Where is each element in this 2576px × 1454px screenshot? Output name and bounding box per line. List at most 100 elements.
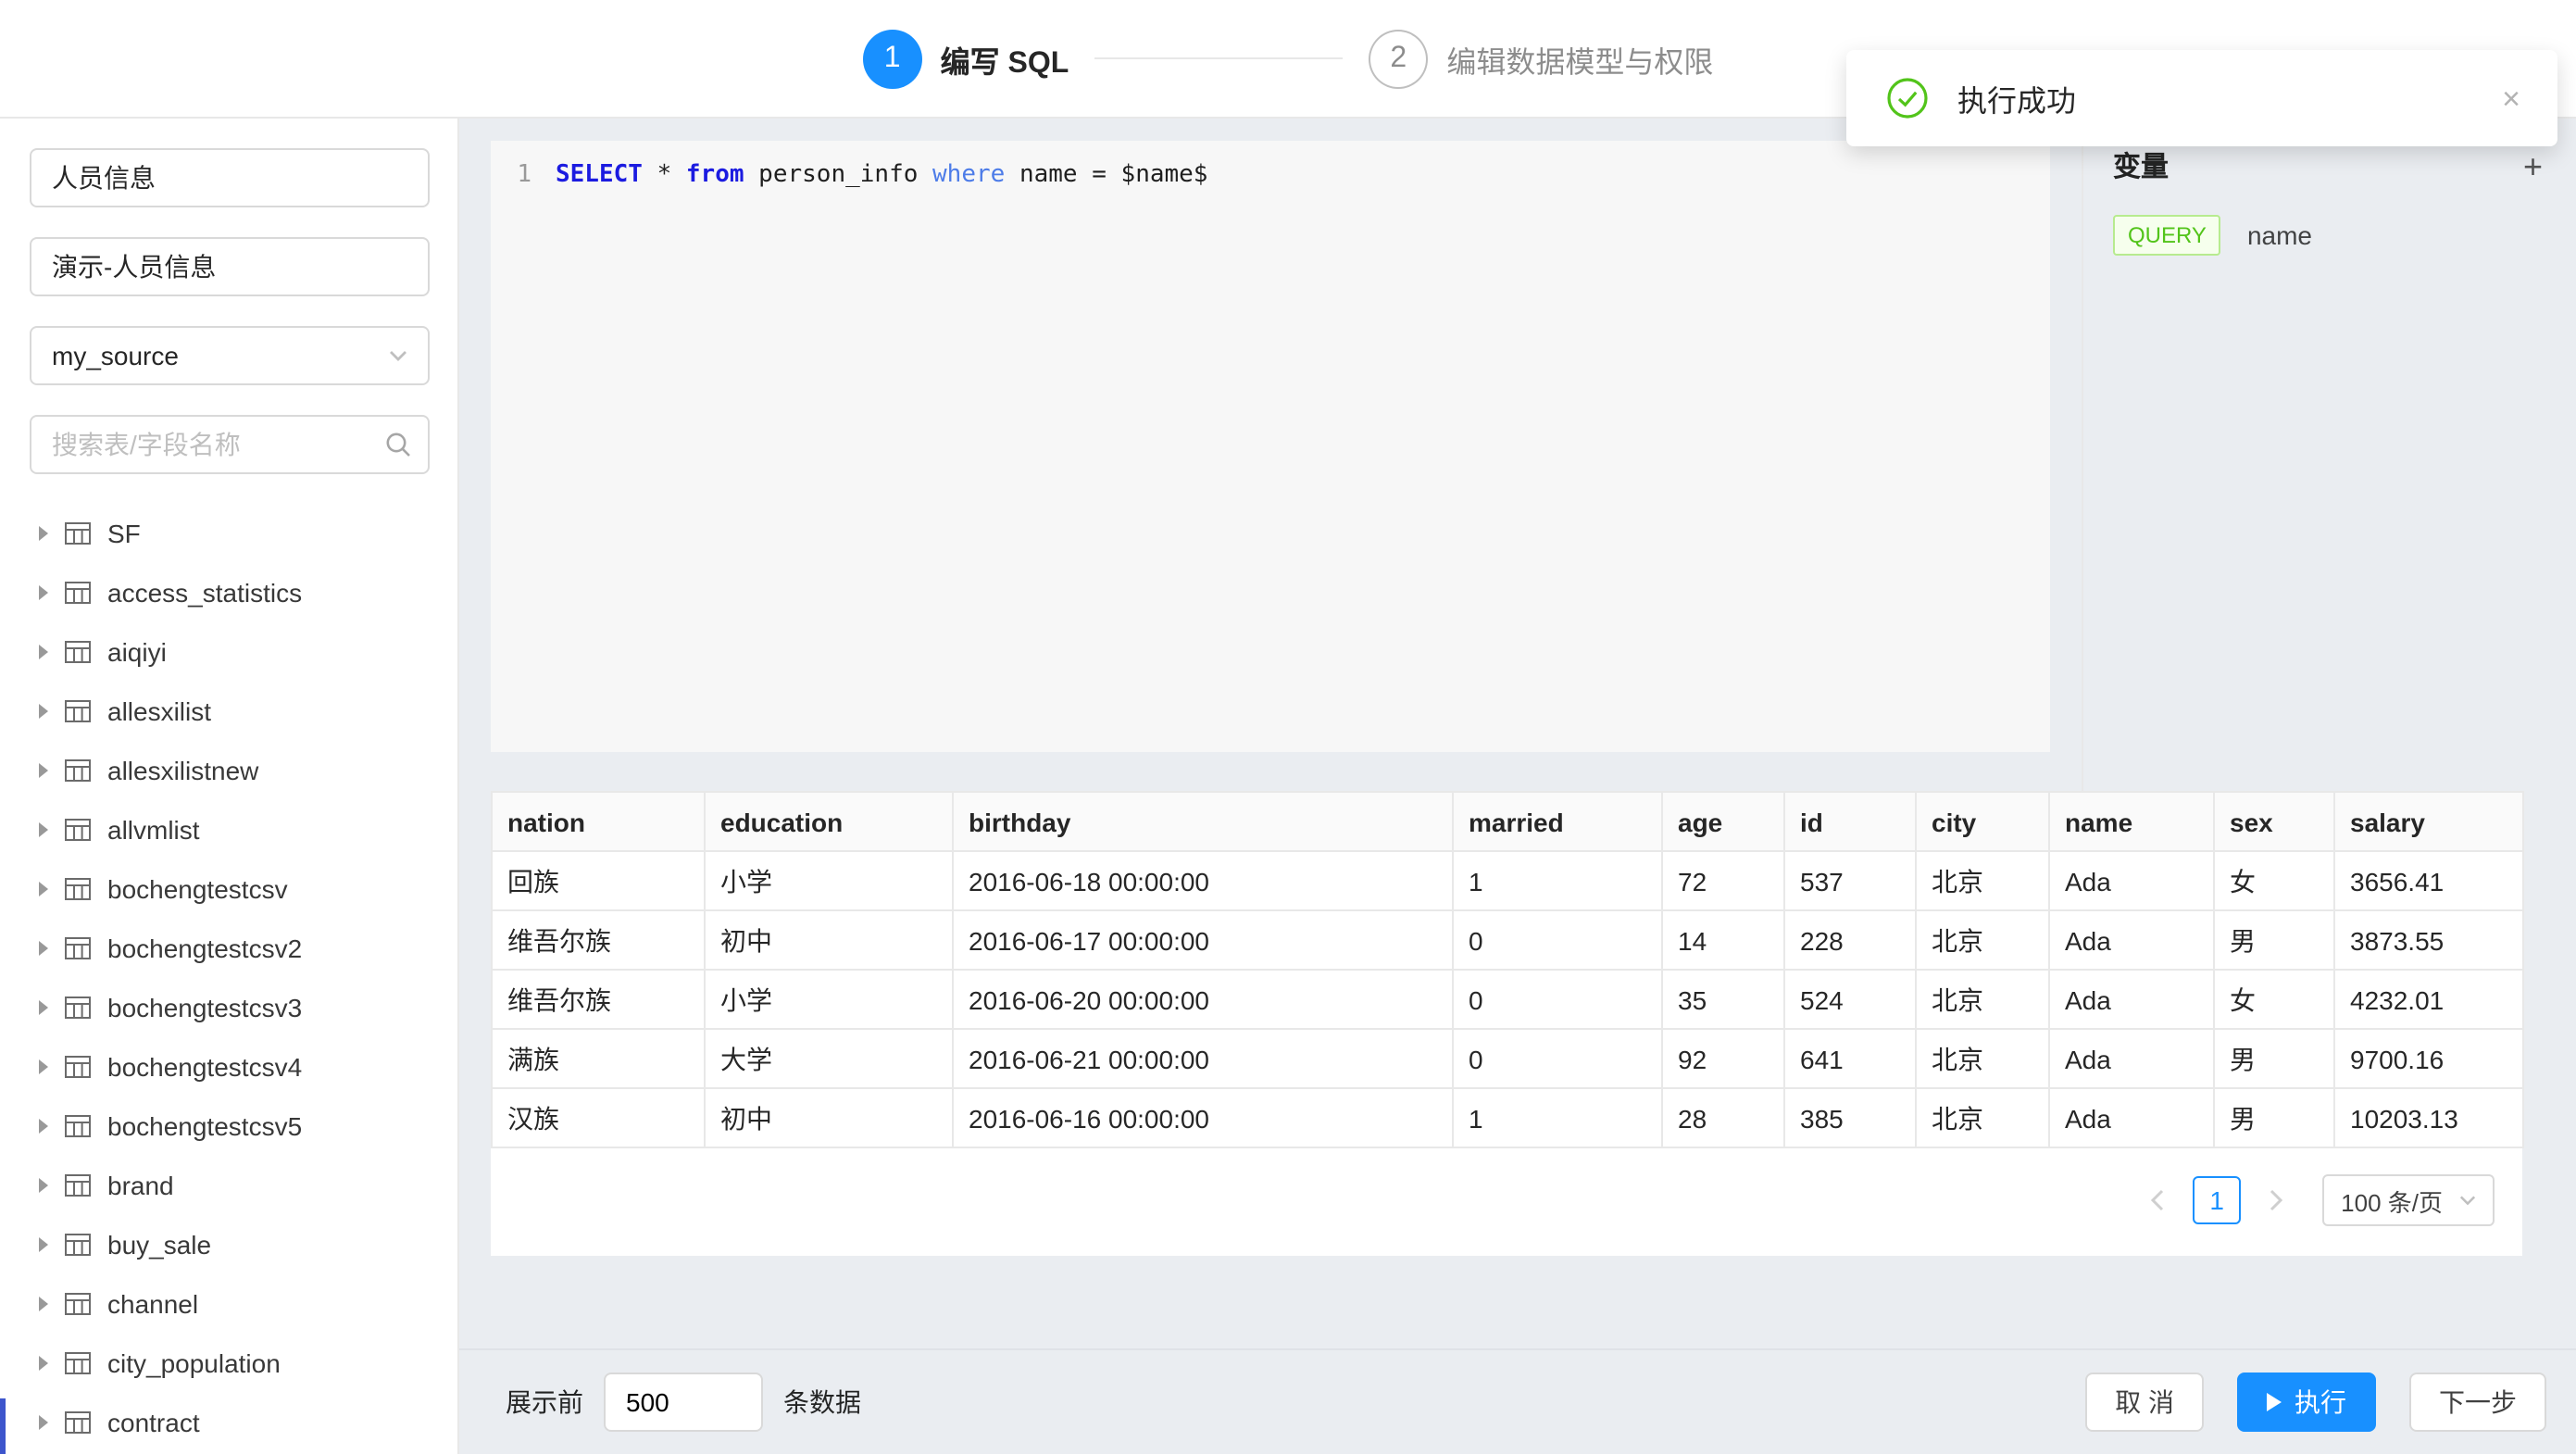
datasource-select[interactable]: my_source <box>30 326 430 385</box>
table-row: 回族 小学 2016-06-18 00:00:00 1 72 537 北京 Ad… <box>492 851 2523 910</box>
table-icon <box>65 876 91 902</box>
step-2-indicator: 2 <box>1369 29 1428 88</box>
table-row: 汉族 初中 2016-06-16 00:00:00 1 28 385 北京 Ad… <box>492 1088 2523 1147</box>
table-cell: 北京 <box>1916 970 2049 1029</box>
caret-right-icon <box>39 1415 48 1430</box>
table-cell: 0 <box>1453 910 1662 970</box>
step-2-label: 编辑数据模型与权限 <box>1446 36 1713 81</box>
column-header: city <box>1916 792 2049 851</box>
caret-right-icon <box>39 1119 48 1134</box>
tree-item[interactable]: allesxilistnew <box>30 741 430 800</box>
variable-name: name <box>2247 220 2312 250</box>
tree-item[interactable]: SF <box>30 504 430 563</box>
row-limit-suffix-label: 条数据 <box>783 1384 861 1421</box>
results-panel: nation education birthday married age id… <box>491 791 2522 1256</box>
table-cell: 92 <box>1662 1029 1784 1088</box>
table-icon <box>65 1232 91 1258</box>
tree-item[interactable]: buy_sale <box>30 1215 430 1274</box>
chevron-down-icon <box>2459 1195 2476 1206</box>
table-icon <box>65 1172 91 1198</box>
add-variable-button[interactable]: + <box>2520 149 2546 182</box>
column-header: sex <box>2214 792 2334 851</box>
pagination-next-button[interactable] <box>2256 1176 2296 1224</box>
table-cell: 385 <box>1784 1088 1916 1147</box>
table-cell: 14 <box>1662 910 1784 970</box>
model-name-input[interactable] <box>30 148 430 207</box>
close-icon[interactable]: × <box>2495 79 2528 118</box>
table-cell: Ada <box>2049 910 2214 970</box>
sidebar-scrollbar[interactable] <box>0 1398 6 1454</box>
tree-item-label: bochengtestcsv5 <box>107 1111 302 1141</box>
caret-right-icon <box>39 763 48 778</box>
row-limit-input[interactable] <box>604 1373 763 1432</box>
tree-item-label: bochengtestcsv3 <box>107 993 302 1022</box>
sql-token: person_info <box>744 157 933 193</box>
sql-token: where <box>932 157 1005 193</box>
table-cell: 2016-06-17 00:00:00 <box>953 910 1453 970</box>
table-cell: 女 <box>2214 851 2334 910</box>
table-cell: 满族 <box>492 1029 705 1088</box>
model-display-name-input[interactable] <box>30 237 430 296</box>
tree-item[interactable]: allesxilist <box>30 682 430 741</box>
table-cell: 女 <box>2214 970 2334 1029</box>
tree-item[interactable]: contract <box>30 1393 430 1452</box>
tree-item-label: buy_sale <box>107 1230 211 1260</box>
caret-right-icon <box>39 585 48 600</box>
column-header: age <box>1662 792 1784 851</box>
table-icon <box>65 1054 91 1080</box>
tree-item-label: allesxilist <box>107 696 211 726</box>
table-icon <box>65 698 91 724</box>
table-cell: Ada <box>2049 851 2214 910</box>
table-cell: 72 <box>1662 851 1784 910</box>
step-write-sql[interactable]: 1 编写 SQL <box>863 29 1069 88</box>
table-cell: 2016-06-20 00:00:00 <box>953 970 1453 1029</box>
table-icon <box>65 1350 91 1376</box>
table-icon <box>65 935 91 961</box>
step-1-indicator: 1 <box>863 29 922 88</box>
tree-item[interactable]: aiqiyi <box>30 622 430 682</box>
tree-item[interactable]: bochengtestcsv2 <box>30 919 430 978</box>
sql-token: name = $name$ <box>1005 157 1207 193</box>
search-input[interactable] <box>30 415 430 474</box>
success-toast: 执行成功 × <box>1846 50 2557 146</box>
tree-item[interactable]: access_statistics <box>30 563 430 622</box>
line-number: 1 <box>491 157 531 193</box>
tree-item[interactable]: brand <box>30 1156 430 1215</box>
table-cell: 3873.55 <box>2334 910 2523 970</box>
caret-right-icon <box>39 1059 48 1074</box>
table-cell: 4232.01 <box>2334 970 2523 1029</box>
cancel-button[interactable]: 取 消 <box>2085 1373 2204 1432</box>
table-icon <box>65 520 91 546</box>
tree-item[interactable]: bochengtestcsv5 <box>30 1097 430 1156</box>
tree-item[interactable]: allvmlist <box>30 800 430 859</box>
caret-right-icon <box>39 1237 48 1252</box>
execute-button[interactable]: 执行 <box>2237 1373 2376 1432</box>
step-edit-model[interactable]: 2 编辑数据模型与权限 <box>1369 29 1713 88</box>
table-icon <box>65 1113 91 1139</box>
play-icon <box>2267 1393 2282 1411</box>
sql-editor[interactable]: 1 SELECT * from person_info where name =… <box>491 141 2050 752</box>
tree-item-label: contract <box>107 1408 200 1437</box>
tree-item[interactable]: channel <box>30 1274 430 1334</box>
steps: 1 编写 SQL 2 编辑数据模型与权限 <box>863 29 1714 88</box>
table-cell: 35 <box>1662 970 1784 1029</box>
pagination-prev-button[interactable] <box>2137 1176 2178 1224</box>
table-cell: 2016-06-16 00:00:00 <box>953 1088 1453 1147</box>
tree-item[interactable]: bochengtestcsv3 <box>30 978 430 1037</box>
tree-item-label: SF <box>107 519 141 548</box>
pagination-page-1[interactable]: 1 <box>2193 1176 2241 1224</box>
sql-token: from <box>686 157 744 193</box>
table-row: 满族 大学 2016-06-21 00:00:00 0 92 641 北京 Ad… <box>492 1029 2523 1088</box>
table-cell: 537 <box>1784 851 1916 910</box>
query-tag: QUERY <box>2113 215 2221 256</box>
next-step-button[interactable]: 下一步 <box>2409 1373 2546 1432</box>
tree-item[interactable]: bochengtestcsv4 <box>30 1037 430 1097</box>
page-size-select[interactable]: 100 条/页 <box>2322 1174 2495 1226</box>
table-cell: 0 <box>1453 970 1662 1029</box>
tree-item[interactable]: bochengtestcsv <box>30 859 430 919</box>
tree-item-label: channel <box>107 1289 198 1319</box>
tree-item[interactable]: city_population <box>30 1334 430 1393</box>
variables-title: 变量 <box>2113 146 2169 185</box>
table-cell: 1 <box>1453 1088 1662 1147</box>
check-circle-icon <box>1887 78 1928 119</box>
